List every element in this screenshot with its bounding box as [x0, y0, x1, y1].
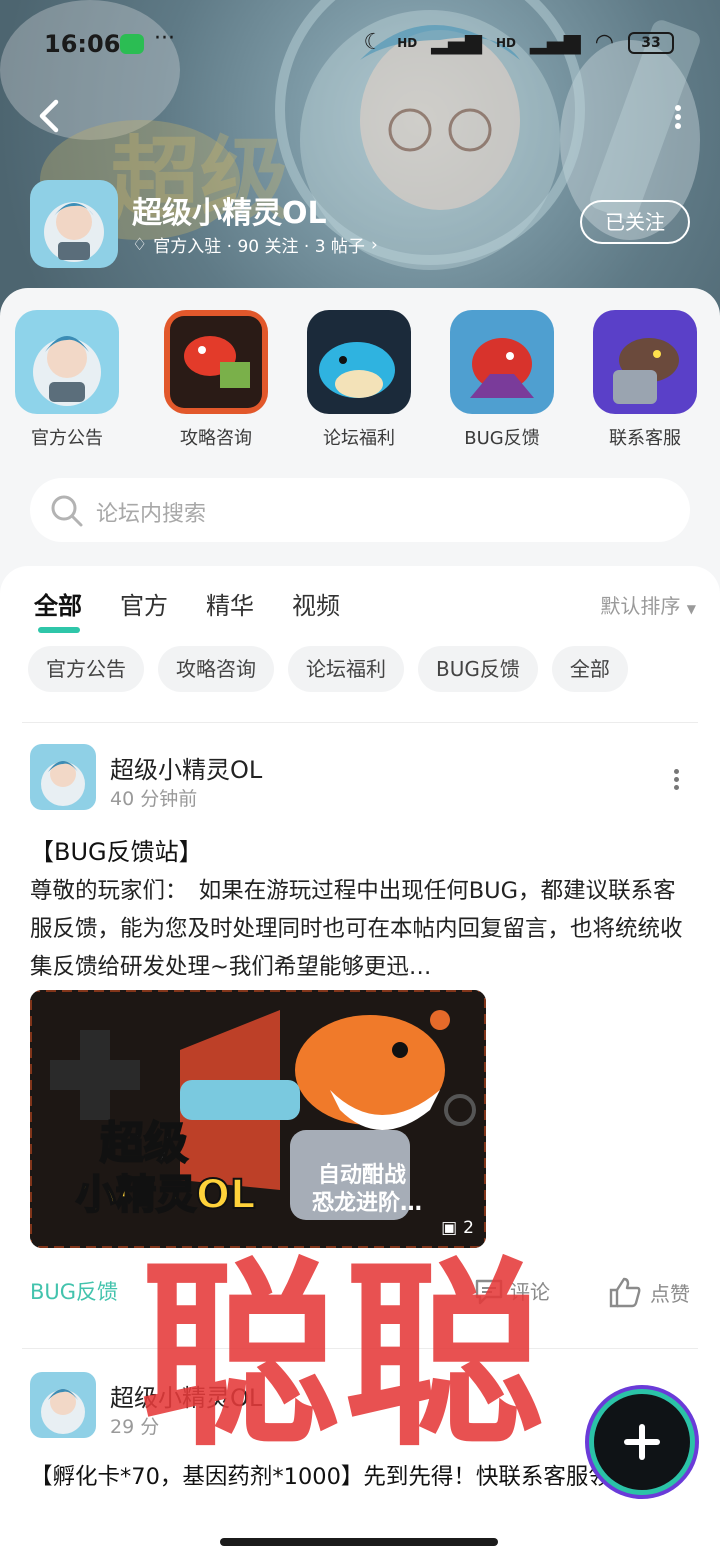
- feed-tabs: 全部 官方 精华 视频: [34, 586, 340, 633]
- image-icon: ▣: [441, 1218, 458, 1238]
- signal-icon-2: ▂▄▆: [530, 30, 581, 55]
- shortcut-bug-feedback[interactable]: BUG反馈: [437, 310, 567, 450]
- blue-dino-icon: [307, 310, 411, 414]
- caret-down-icon: ▼: [686, 602, 696, 616]
- image-title-2: 小精灵OL: [76, 1172, 256, 1218]
- boy-astronaut-icon: [15, 310, 119, 414]
- shortcut-strategy[interactable]: 攻略咨询: [151, 310, 281, 450]
- shortcut-welfare[interactable]: 论坛福利: [294, 310, 424, 450]
- back-button[interactable]: [30, 96, 70, 136]
- status-time: 16:06: [44, 30, 121, 58]
- post-image[interactable]: 超级 小精灵OL 自动酣战 恐龙进阶… ▣ 2: [30, 990, 486, 1248]
- tab-featured[interactable]: 精华: [206, 586, 254, 621]
- more-options-button[interactable]: [672, 102, 684, 132]
- post-tag[interactable]: BUG反馈: [30, 1276, 118, 1306]
- chevron-right-icon: ›: [370, 234, 378, 255]
- search-input[interactable]: 论坛内搜索: [30, 478, 690, 542]
- forum-title: 超级小精灵OL: [132, 196, 327, 231]
- avatar[interactable]: [30, 744, 96, 810]
- create-post-button[interactable]: [594, 1394, 690, 1490]
- shortcut-row: 官方公告 攻略咨询 论坛福利 BUG反馈 联系客服: [0, 310, 720, 460]
- image-title-1: 超级: [100, 1118, 188, 1169]
- tab-all[interactable]: 全部: [34, 586, 82, 633]
- shortcut-label: 官方公告: [31, 428, 103, 449]
- status-bar: 16:06 ··· ☾ HD ▂▄▆ HD ▂▄▆ ◠ 33: [0, 22, 720, 68]
- tab-official[interactable]: 官方: [120, 586, 168, 621]
- image-sub-1: 自动酣战: [318, 1162, 406, 1188]
- moon-icon: ☾: [363, 30, 384, 55]
- shortcut-label: 攻略咨询: [180, 428, 252, 449]
- status-more-dots: ···: [154, 26, 175, 51]
- watermark-text: 聪聪: [140, 1241, 549, 1474]
- sort-dropdown[interactable]: 默认排序 ▼: [600, 590, 696, 619]
- avatar[interactable]: [30, 1372, 96, 1438]
- chevron-left-icon: [39, 99, 59, 133]
- armored-dino-icon: [593, 310, 697, 414]
- shortcut-customer-service[interactable]: 联系客服: [580, 310, 710, 450]
- shortcut-label: 联系客服: [609, 428, 681, 449]
- battery-icon: 33: [628, 31, 674, 54]
- signal-hd-2: HD: [496, 35, 517, 50]
- image-count-badge: ▣ 2: [441, 1218, 474, 1238]
- forum-meta[interactable]: ♢ 官方入驻 · 90 关注 · 3 帖子 ›: [132, 232, 378, 258]
- sort-label: 默认排序: [600, 594, 681, 618]
- dragon-icon: [450, 310, 554, 414]
- like-button[interactable]: 点赞: [608, 1276, 690, 1308]
- chip-welfare[interactable]: 论坛福利: [288, 646, 404, 692]
- post-time: 40 分钟前: [110, 788, 198, 810]
- red-dino-pixel-icon: [164, 310, 268, 414]
- post-image-art: 超级 小精灵OL 自动酣战 恐龙进阶…: [30, 990, 486, 1248]
- shortcut-label: 论坛福利: [323, 428, 395, 449]
- post-author[interactable]: 超级小精灵OL: [110, 750, 262, 785]
- forum-meta-text: 官方入驻 · 90 关注 · 3 帖子: [153, 237, 365, 257]
- chip-strategy[interactable]: 攻略咨询: [158, 646, 274, 692]
- post-title: 【BUG反馈站】: [30, 838, 203, 866]
- follow-button[interactable]: 已关注: [580, 200, 690, 244]
- divider: [22, 722, 698, 723]
- shortcut-label: BUG反馈: [464, 428, 540, 449]
- shortcut-announcement[interactable]: 官方公告: [2, 310, 132, 450]
- search-icon: [51, 495, 83, 527]
- thumbs-up-icon: [609, 1277, 641, 1308]
- like-label: 点赞: [650, 1281, 690, 1306]
- wifi-icon: ◠: [594, 30, 614, 55]
- chip-announcement[interactable]: 官方公告: [28, 646, 144, 692]
- post-more-button[interactable]: [672, 766, 680, 793]
- signal-icon: ▂▄▆: [431, 30, 483, 55]
- image-count: 2: [463, 1218, 474, 1238]
- post-body: 尊敬的玩家们： 如果在游玩过程中出现任何BUG，都建议联系客服反馈，能为您及时处…: [30, 878, 683, 980]
- chip-bug-feedback[interactable]: BUG反馈: [418, 646, 538, 692]
- image-sub-2: 恐龙进阶…: [312, 1190, 422, 1216]
- signal-hd-1: HD: [397, 35, 418, 50]
- category-chips: 官方公告 攻略咨询 论坛福利 BUG反馈 全部: [28, 646, 628, 692]
- forum-avatar: [30, 180, 118, 268]
- search-placeholder: 论坛内搜索: [96, 502, 207, 527]
- diamond-icon: ♢: [132, 234, 148, 255]
- home-indicator[interactable]: [220, 1538, 498, 1546]
- tab-video[interactable]: 视频: [292, 586, 340, 621]
- chip-all[interactable]: 全部: [551, 646, 628, 692]
- wechat-icon: [120, 34, 144, 54]
